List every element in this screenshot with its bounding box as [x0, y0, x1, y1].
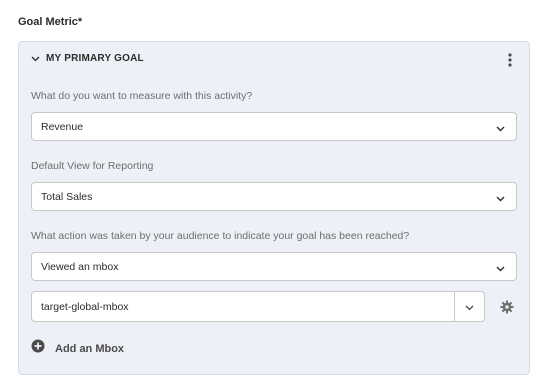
gear-icon[interactable] [500, 300, 514, 314]
more-options-icon[interactable] [503, 51, 517, 69]
mbox-dropdown-button[interactable] [454, 292, 484, 321]
reporting-view-label: Default View for Reporting [31, 160, 154, 172]
add-circle-icon [31, 339, 45, 358]
measure-value: Revenue [41, 120, 84, 133]
chevron-down-icon [496, 263, 505, 275]
chevron-down-icon [496, 193, 505, 205]
reporting-view-select[interactable]: Total Sales [31, 182, 517, 211]
action-value: Viewed an mbox [41, 260, 119, 273]
goal-panel: MY PRIMARY GOAL What do you want to meas… [18, 41, 530, 375]
chevron-down-icon [496, 123, 505, 135]
measure-select[interactable]: Revenue [31, 112, 517, 141]
goal-collapse-toggle[interactable]: MY PRIMARY GOAL [31, 53, 144, 64]
add-mbox-label: Add an Mbox [55, 342, 125, 355]
mbox-combobox [31, 291, 485, 322]
action-select[interactable]: Viewed an mbox [31, 252, 517, 281]
section-title: Goal Metric* [18, 16, 83, 28]
add-mbox-button[interactable]: Add an Mbox [31, 339, 124, 358]
chevron-down-icon [465, 298, 474, 316]
measure-label: What do you want to measure with this ac… [31, 90, 253, 102]
action-label: What action was taken by your audience t… [31, 230, 410, 242]
reporting-view-value: Total Sales [41, 190, 93, 203]
mbox-input[interactable] [32, 292, 454, 321]
goal-title: MY PRIMARY GOAL [46, 53, 144, 64]
chevron-down-icon [31, 56, 40, 62]
